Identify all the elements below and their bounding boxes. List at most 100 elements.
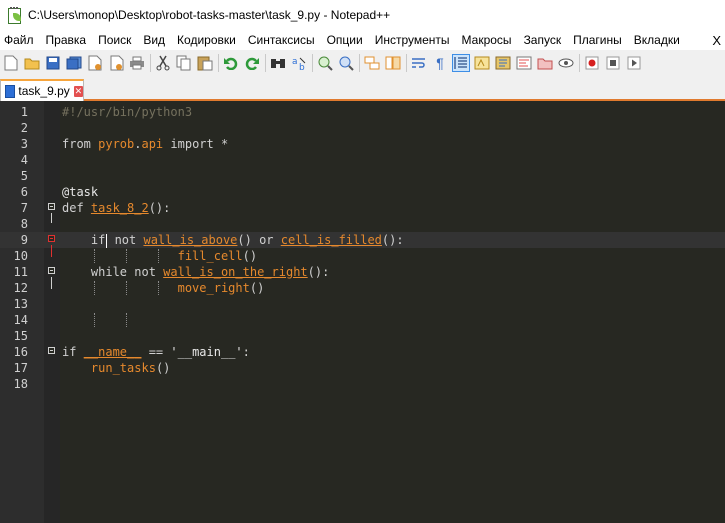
code-line: 7 def task_8_2(): (0, 200, 725, 216)
menu-edit[interactable]: Правка (40, 30, 93, 50)
paste-icon[interactable] (196, 54, 214, 72)
line-number: 10 (13, 249, 28, 263)
fold-collapse-icon[interactable] (48, 347, 55, 354)
folder-icon[interactable] (536, 54, 554, 72)
call-statement: fill_cell() (177, 249, 258, 263)
save-all-icon[interactable] (65, 54, 83, 72)
sync-vertical-icon[interactable] (363, 54, 381, 72)
copy-icon[interactable] (175, 54, 193, 72)
line-number: 4 (20, 153, 28, 167)
stop-macro-icon[interactable] (604, 54, 622, 72)
indent-guide (126, 249, 127, 263)
tab-label: task_9.py (18, 84, 70, 98)
code-line: 16 if __name__ == '__main__': (0, 344, 725, 360)
shebang-comment: #!/usr/bin/python3 (62, 105, 193, 119)
close-all-icon[interactable] (107, 54, 125, 72)
close-file-icon[interactable] (86, 54, 104, 72)
new-file-icon[interactable] (2, 54, 20, 72)
code-line: 5 (0, 168, 725, 184)
line-number: 9 (20, 233, 28, 247)
fold-line (51, 277, 52, 289)
line-number: 2 (20, 121, 28, 135)
line-number: 13 (13, 297, 28, 311)
while-statement: while not wall_is_on_the_right(): (62, 265, 330, 279)
show-all-chars-icon[interactable]: ¶ (431, 54, 449, 72)
menu-view[interactable]: Вид (137, 30, 171, 50)
code-line: 4 (0, 152, 725, 168)
code-line: 2 (0, 120, 725, 136)
menu-plugins[interactable]: Плагины (567, 30, 628, 50)
menu-file[interactable]: Файл (0, 30, 40, 50)
language-icon[interactable] (473, 54, 491, 72)
line-number: 16 (13, 345, 28, 359)
menu-macro[interactable]: Макросы (456, 30, 518, 50)
line-number: 14 (13, 313, 28, 327)
code-line: 8 (0, 216, 725, 232)
notepadpp-app-icon (6, 7, 22, 24)
decorator: @task (62, 185, 99, 199)
indent-guide (94, 313, 95, 327)
code-line: 15 (0, 328, 725, 344)
function-list-icon[interactable] (494, 54, 512, 72)
indent-guide (94, 249, 95, 263)
open-file-icon[interactable] (23, 54, 41, 72)
menu-language[interactable]: Синтаксисы (242, 30, 321, 50)
indent-guide (126, 313, 127, 327)
tab-task-9[interactable]: task_9.py ✕ (0, 79, 84, 101)
fold-collapse-icon[interactable] (48, 235, 55, 242)
find-icon[interactable] (269, 54, 287, 72)
saved-file-icon (5, 84, 16, 98)
save-icon[interactable] (44, 54, 62, 72)
doc-map-icon[interactable] (515, 54, 533, 72)
undo-icon[interactable] (222, 54, 240, 72)
word-wrap-icon[interactable] (410, 54, 428, 72)
code-line: 1 #!/usr/bin/python3 (0, 104, 725, 120)
fold-line (51, 245, 52, 257)
replace-icon[interactable]: ab (290, 54, 308, 72)
redo-icon[interactable] (243, 54, 261, 72)
code-line: 12 move_right() (0, 280, 725, 296)
close-document-button[interactable]: X (712, 33, 721, 48)
line-number: 11 (13, 265, 28, 279)
function-def: def task_8_2(): (62, 201, 171, 215)
toolbar: ab ¶ (0, 50, 725, 75)
call-statement: run_tasks() (90, 361, 171, 375)
play-macro-icon[interactable] (625, 54, 643, 72)
line-number: 18 (13, 377, 28, 391)
zoom-out-icon[interactable] (337, 54, 355, 72)
indent-guide-icon[interactable] (452, 53, 470, 72)
line-number: 7 (20, 201, 28, 215)
call-statement: move_right() (177, 281, 265, 295)
indent-guide (126, 281, 127, 295)
code-line: 11 while not wall_is_on_the_right(): (0, 264, 725, 280)
cut-icon[interactable] (154, 54, 172, 72)
toolbar-separator (150, 53, 151, 72)
code-line: 10 fill_cell() (0, 248, 725, 264)
current-code-line: 9 if not wall_is_above() or cell_is_fill… (0, 232, 725, 248)
sync-horizontal-icon[interactable] (384, 54, 402, 72)
indent-guide (158, 281, 159, 295)
zoom-in-icon[interactable] (316, 54, 334, 72)
monitor-icon[interactable] (557, 54, 575, 72)
toolbar-separator (312, 53, 313, 72)
tab-close-icon[interactable]: ✕ (73, 85, 83, 97)
menu-settings[interactable]: Опции (321, 30, 369, 50)
title-bar: C:\Users\monop\Desktop\robot-tasks-maste… (0, 0, 725, 30)
menu-tools[interactable]: Инструменты (369, 30, 456, 50)
toolbar-separator (359, 53, 360, 72)
menu-search[interactable]: Поиск (92, 30, 137, 50)
record-macro-icon[interactable] (583, 54, 601, 72)
menu-encoding[interactable]: Кодировки (171, 30, 242, 50)
fold-collapse-icon[interactable] (48, 203, 55, 210)
code-editor[interactable]: 1 #!/usr/bin/python3 2 3 from pyrob.api … (0, 101, 725, 523)
svg-text:a: a (292, 57, 298, 67)
menu-window[interactable]: Вкладки (628, 30, 686, 50)
menu-run[interactable]: Запуск (518, 30, 568, 50)
print-icon[interactable] (128, 54, 146, 72)
fold-collapse-icon[interactable] (48, 267, 55, 274)
code-line: 6 @task (0, 184, 725, 200)
toolbar-separator (579, 53, 580, 72)
toolbar-separator (218, 53, 219, 72)
line-number: 5 (20, 169, 28, 183)
line-number: 8 (20, 217, 28, 231)
